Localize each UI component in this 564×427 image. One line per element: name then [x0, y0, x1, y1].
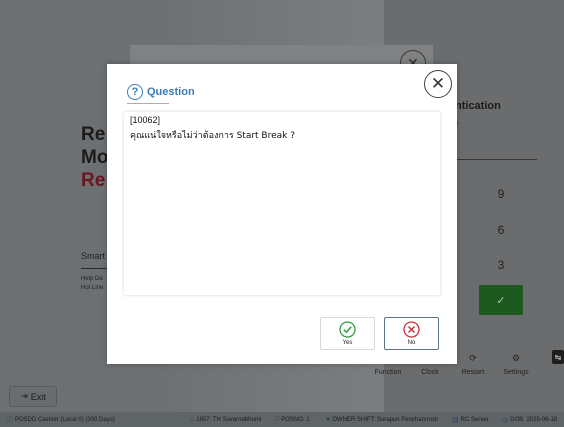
- status-server-text: RC Server: [460, 416, 489, 423]
- message-text: คุณแน่ใจหรือไม่ว่าต้องการ Start Break ?: [130, 131, 295, 141]
- yes-label: Yes: [342, 340, 353, 346]
- status-pos-text: POSNO: 1: [281, 416, 310, 423]
- exit-button[interactable]: ⇥ Exit: [9, 386, 57, 407]
- keypad-key-6[interactable]: 6: [486, 223, 516, 237]
- status-device-text: POSDD Cashier (Local 0) (300 Days): [15, 416, 115, 423]
- clock-label: Clock: [421, 369, 439, 376]
- side-expand-button[interactable]: ↹: [552, 350, 564, 364]
- dialog-title: Question: [147, 86, 195, 98]
- restart-icon: ⟳: [469, 353, 477, 363]
- smart-text: Smart: [81, 251, 106, 261]
- monitor-icon: □: [275, 416, 280, 423]
- info-icon: ⓘ: [6, 416, 13, 424]
- dialog-title-underline: [127, 103, 169, 104]
- check-circle-icon: [339, 321, 356, 338]
- exit-label: Exit: [30, 391, 46, 402]
- yes-button[interactable]: Yes: [320, 317, 375, 350]
- settings-label: Settings: [503, 369, 529, 376]
- status-owner: ● OWNER SHIFT: Surapun Penchamrush: [326, 412, 438, 427]
- user-icon: ●: [326, 416, 331, 423]
- exit-icon: ⇥: [20, 391, 28, 401]
- dialog-close-button[interactable]: ✕: [424, 70, 452, 98]
- server-icon: ▤: [452, 416, 459, 424]
- no-label: No: [407, 340, 416, 346]
- store-icon: ⌂: [190, 416, 195, 423]
- authentication-title: ntication: [455, 100, 501, 112]
- settings-button[interactable]: ⚙ Settings: [494, 352, 538, 382]
- help-desk-text: Help De: [81, 276, 103, 282]
- restart-button[interactable]: ⟳ Restart: [451, 352, 495, 382]
- status-device: ⓘ POSDD Cashier (Local 0) (300 Days): [6, 412, 115, 427]
- gear-icon: ⚙: [511, 353, 521, 363]
- dialog-header: ? Question: [127, 84, 195, 100]
- hotline-text: Hot Line: [81, 285, 104, 291]
- keypad-key-9[interactable]: 9: [486, 187, 516, 201]
- status-server: ▤ RC Server: [452, 412, 489, 427]
- status-bar: ⓘ POSDD Cashier (Local 0) (300 Days) ⌂ 1…: [0, 412, 564, 427]
- function-label: Function: [374, 369, 402, 376]
- x-circle-icon: [403, 321, 420, 338]
- status-owner-text: OWNER SHIFT: Surapun Penchamrush: [332, 416, 439, 423]
- welcome-title-line-3: Re: [81, 170, 106, 191]
- status-store-text: 1807: TH Suvarnabhumi: [196, 416, 262, 423]
- clock-icon: ◷: [502, 416, 509, 424]
- status-dob-text: DOB: 2025-06-18: [510, 416, 558, 423]
- status-dob: ◷ DOB: 2025-06-18: [502, 412, 557, 427]
- welcome-title-line-1: Re: [81, 124, 106, 145]
- keypad-key-3[interactable]: 3: [486, 258, 516, 272]
- status-pos: □ POSNO: 1: [275, 412, 310, 427]
- question-icon: ?: [127, 84, 143, 100]
- welcome-title-line-2: Mo: [81, 147, 109, 168]
- password-field-underline: [455, 159, 537, 160]
- message-code: [10062]: [130, 115, 161, 125]
- status-store: ⌂ 1807: TH Suvarnabhumi: [190, 412, 261, 427]
- no-button[interactable]: No: [384, 317, 439, 350]
- keypad-enter-button[interactable]: ✓: [479, 285, 523, 315]
- restart-label: Restart: [461, 369, 485, 376]
